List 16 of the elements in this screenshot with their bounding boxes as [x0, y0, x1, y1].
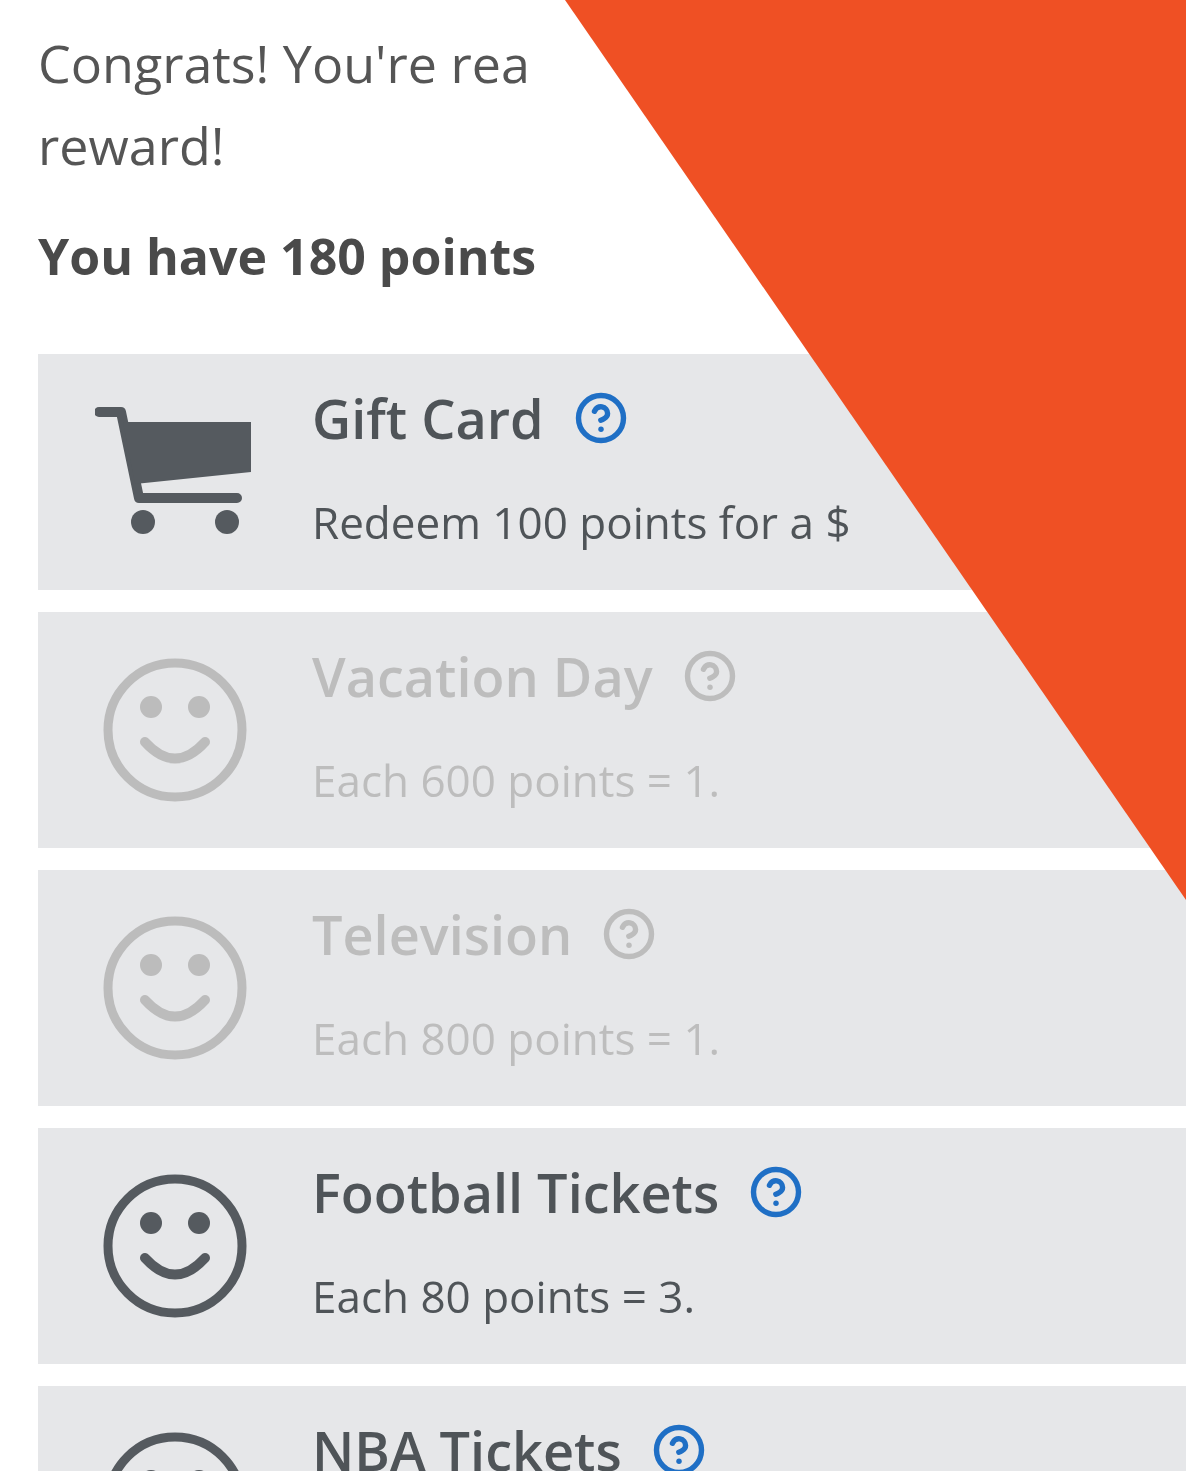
reward-card[interactable]: NBA Tickets — [38, 1386, 1186, 1471]
reward-description: Redeem 100 points for a $ — [312, 492, 851, 552]
help-icon[interactable] — [749, 1165, 804, 1219]
reward-description: Each 80 points = 3. — [312, 1266, 695, 1326]
smiley-face-icon — [102, 1173, 248, 1319]
congrats-message-line: reward! — [38, 108, 225, 182]
reward-title: Gift Card — [312, 379, 544, 457]
reward-title: Football Tickets — [312, 1153, 720, 1231]
points-summary: You have 180 points — [38, 224, 537, 288]
help-icon[interactable] — [573, 391, 628, 445]
help-icon[interactable] — [651, 1423, 706, 1471]
smiley-face-icon — [102, 915, 248, 1061]
congrats-message-line: Congrats! You're rea — [38, 26, 530, 100]
smiley-face-icon — [102, 657, 248, 803]
reward-title: NBA Tickets — [312, 1411, 622, 1471]
reward-card[interactable]: Football Tickets Each 80 points = 3. — [38, 1128, 1186, 1364]
